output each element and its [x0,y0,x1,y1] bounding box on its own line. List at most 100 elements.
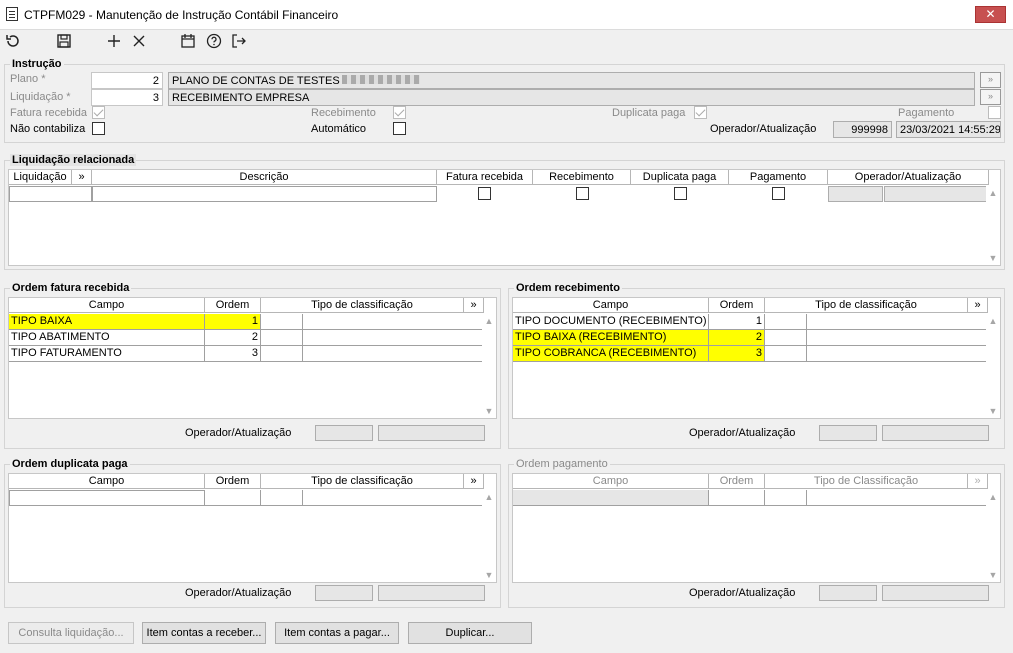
table-row-tipo-desc[interactable] [303,346,484,362]
close-button[interactable]: ✕ [975,6,1006,23]
row-fatura-checkbox[interactable] [478,187,491,200]
table-row-campo [513,490,709,506]
table-row-ordem[interactable]: 1 [205,314,261,330]
liquidacao-input[interactable]: 3 [91,89,163,106]
descricao-cell[interactable] [92,186,437,202]
table-row-campo[interactable] [9,490,205,506]
col-ordem[interactable]: Ordem [205,298,261,313]
table-row-tipo-desc[interactable] [807,314,988,330]
scroll-down-icon[interactable]: ▼ [986,251,1000,265]
col-tipo-classificacao[interactable]: Tipo de classificação [261,298,464,313]
col-tipo-classificacao[interactable]: Tipo de classificação [261,474,464,489]
col-tipo-classificacao[interactable]: Tipo de classificação [765,298,968,313]
table-row-ordem[interactable]: 2 [205,330,261,346]
col-campo[interactable]: Campo [9,474,205,489]
col-pagamento[interactable]: Pagamento [729,170,828,185]
table-row-tipo-desc[interactable] [303,330,484,346]
nao-contabiliza-checkbox[interactable] [92,122,105,135]
recebimento-checkbox [393,106,406,119]
col-more[interactable]: » [464,298,484,313]
refresh-icon[interactable] [3,33,23,53]
col-campo[interactable]: Campo [513,298,709,313]
save-icon[interactable] [54,33,74,53]
ordem-duplicata-scrollbar[interactable]: ▲ ▼ [482,490,496,582]
duplicar-button[interactable]: Duplicar... [408,622,532,644]
col-more[interactable]: » [968,298,988,313]
automatico-checkbox[interactable] [393,122,406,135]
table-row-campo[interactable]: TIPO BAIXA (RECEBIMENTO) [513,330,709,346]
scroll-up-icon[interactable]: ▲ [986,314,1000,328]
liquidacao-cell[interactable] [9,186,92,202]
table-row-tipo-desc[interactable] [807,346,988,362]
ordem-fatura-grid[interactable]: Campo Ordem Tipo de classificação » TIPO… [8,297,497,419]
redacted-block [341,75,420,84]
delete-icon[interactable] [129,33,149,53]
atualizacao-value: 23/03/2021 14:55:29 [896,121,1001,138]
item-contas-receber-button[interactable]: Item contas a receber... [142,622,266,644]
table-row-tipo-code[interactable] [261,314,303,330]
duplicata-paga-label: Duplicata paga [612,107,686,119]
table-row-campo[interactable]: TIPO DOCUMENTO (RECEBIMENTO) [513,314,709,330]
calendar-icon[interactable] [178,33,198,53]
table-row-ordem[interactable]: 2 [709,330,765,346]
scroll-down-icon[interactable]: ▼ [482,568,496,582]
table-row-campo[interactable]: TIPO ABATIMENTO [9,330,205,346]
table-row-tipo-code[interactable] [261,330,303,346]
table-row-tipo-code[interactable] [261,346,303,362]
table-row-ordem[interactable]: 1 [709,314,765,330]
col-ordem[interactable]: Ordem [709,298,765,313]
ordem-pagamento-operador-value [819,585,877,601]
col-more[interactable]: » [464,474,484,489]
col-operador[interactable]: Operador/Atualização [828,170,989,185]
liquidacao-relacionada-title: Liquidação relacionada [10,154,137,166]
col-duplicata-paga[interactable]: Duplicata paga [631,170,729,185]
ordem-recebimento-grid[interactable]: Campo Ordem Tipo de classificação » TIPO… [512,297,1001,419]
table-row-campo[interactable]: TIPO COBRANCA (RECEBIMENTO) [513,346,709,362]
col-recebimento[interactable]: Recebimento [533,170,631,185]
table-row-campo[interactable]: TIPO BAIXA [9,314,205,330]
table-row-tipo-desc[interactable] [807,330,988,346]
table-row-ordem[interactable]: 3 [205,346,261,362]
table-row-campo[interactable]: TIPO FATURAMENTO [9,346,205,362]
table-row-tipo-code[interactable] [765,346,807,362]
liquidacao-lookup-button[interactable]: » [980,89,1001,105]
col-liquidacao[interactable]: Liquidação [9,170,72,185]
liquidacao-scrollbar[interactable]: ▲ ▼ [986,186,1000,265]
consulta-liquidacao-button[interactable]: Consulta liquidação... [8,622,134,644]
col-more[interactable]: » [72,170,92,185]
table-row-ordem[interactable]: 3 [709,346,765,362]
table-row-ordem[interactable] [205,490,261,506]
help-icon[interactable] [204,33,224,53]
ordem-duplicata-grid[interactable]: Campo Ordem Tipo de classificação » ▲ ▼ [8,473,497,583]
add-icon[interactable] [104,33,124,53]
table-row-tipo-desc[interactable] [303,490,484,506]
table-row-tipo-code[interactable] [765,314,807,330]
table-row-ordem [709,490,765,506]
row-pagamento-checkbox[interactable] [772,187,785,200]
ordem-duplicata-atualizacao-value [378,585,485,601]
row-duplicata-checkbox[interactable] [674,187,687,200]
scroll-down-icon[interactable]: ▼ [986,404,1000,418]
plano-input[interactable]: 2 [91,72,163,89]
col-ordem[interactable]: Ordem [205,474,261,489]
ordem-recebimento-scrollbar[interactable]: ▲ ▼ [986,314,1000,418]
table-row-tipo-desc[interactable] [303,314,484,330]
scroll-up-icon[interactable]: ▲ [986,186,1000,200]
col-descricao[interactable]: Descrição [92,170,437,185]
exit-icon[interactable] [229,33,249,53]
table-row-tipo-code[interactable] [261,490,303,506]
item-contas-pagar-button[interactable]: Item contas a pagar... [275,622,399,644]
scroll-down-icon[interactable]: ▼ [482,404,496,418]
table-row-tipo-code[interactable] [765,330,807,346]
scroll-up-icon[interactable]: ▲ [482,314,496,328]
col-fatura-recebida[interactable]: Fatura recebida [437,170,533,185]
row-recebimento-checkbox[interactable] [576,187,589,200]
ordem-pagamento-title: Ordem pagamento [514,458,610,470]
toolbar [0,30,1013,56]
scroll-up-icon[interactable]: ▲ [482,490,496,504]
pagamento-checkbox [988,106,1001,119]
plano-lookup-button[interactable]: » [980,72,1001,88]
liquidacao-relacionada-grid[interactable]: Liquidação » Descrição Fatura recebida R… [8,169,1001,266]
ordem-fatura-scrollbar[interactable]: ▲ ▼ [482,314,496,418]
col-campo[interactable]: Campo [9,298,205,313]
